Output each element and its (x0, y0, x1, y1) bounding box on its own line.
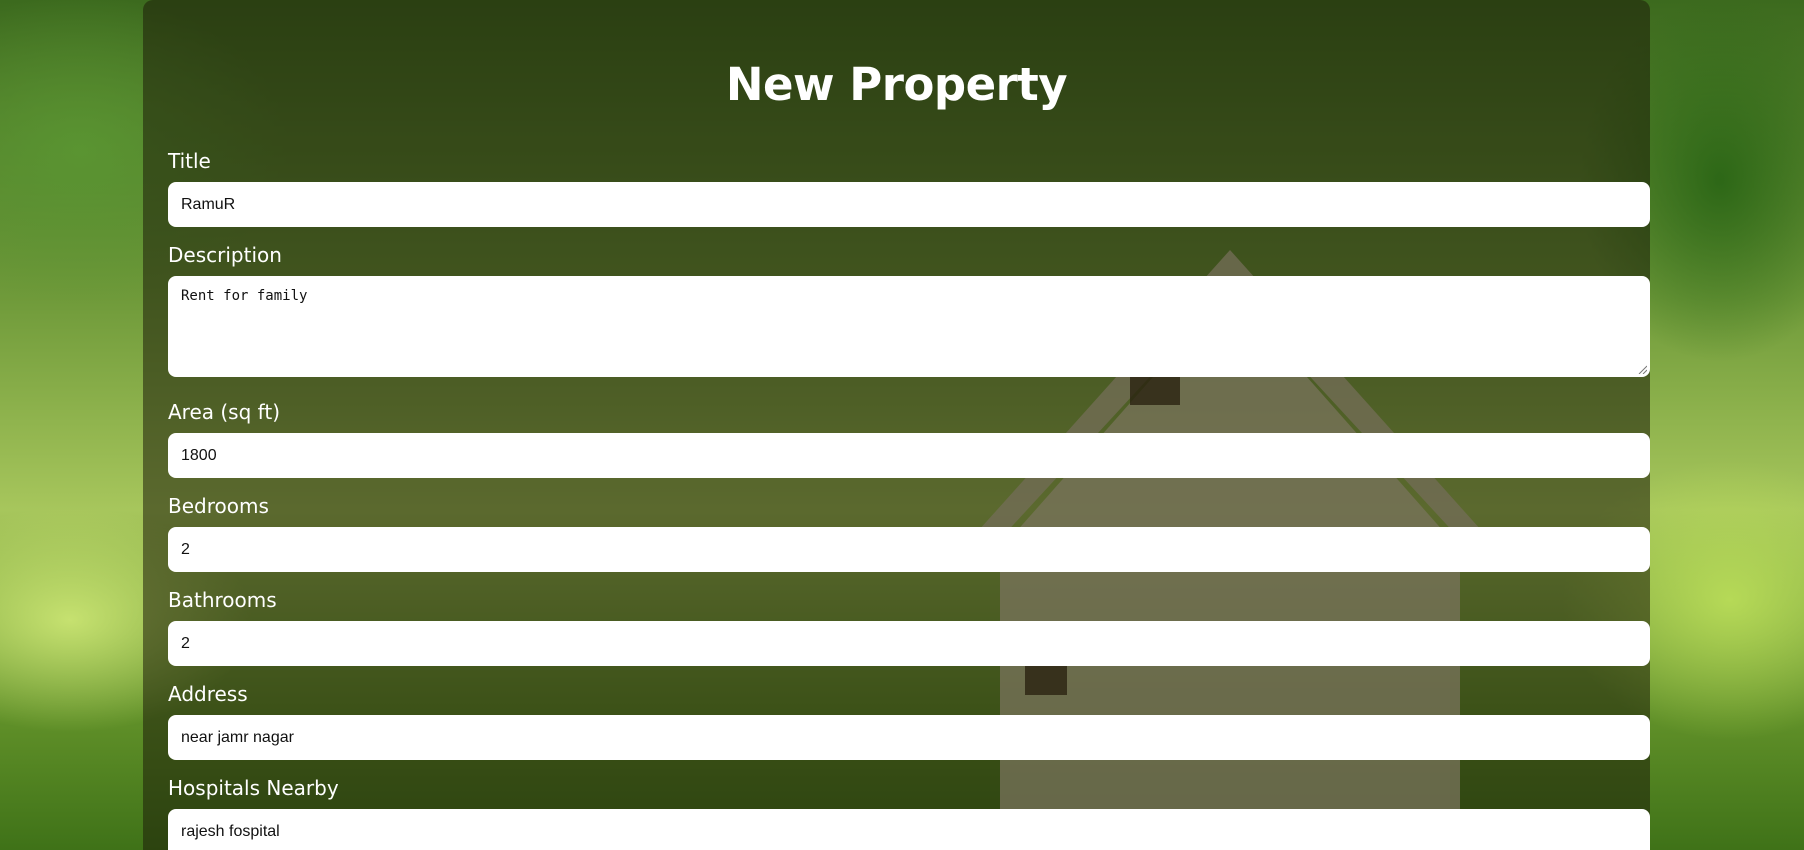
bedrooms-input[interactable]: 2 (168, 527, 1650, 572)
description-label: Description (168, 243, 282, 267)
area-label: Area (sq ft) (168, 400, 280, 424)
address-input[interactable]: near jamr nagar (168, 715, 1650, 760)
resize-handle-icon[interactable] (1637, 364, 1647, 374)
bathrooms-input[interactable]: 2 (168, 621, 1650, 666)
address-label: Address (168, 682, 248, 706)
hospitals-nearby-input[interactable]: rajesh fospital (168, 809, 1650, 850)
bedrooms-label: Bedrooms (168, 494, 269, 518)
area-input[interactable]: 1800 (168, 433, 1650, 478)
title-label: Title (168, 149, 211, 173)
description-text: Rent for family (181, 288, 308, 304)
page-title: New Property (725, 58, 1068, 111)
description-textarea[interactable]: Rent for family (168, 276, 1650, 377)
hospitals-nearby-label: Hospitals Nearby (168, 776, 339, 800)
bathrooms-label: Bathrooms (168, 588, 277, 612)
title-input[interactable]: RamuR (168, 182, 1650, 227)
